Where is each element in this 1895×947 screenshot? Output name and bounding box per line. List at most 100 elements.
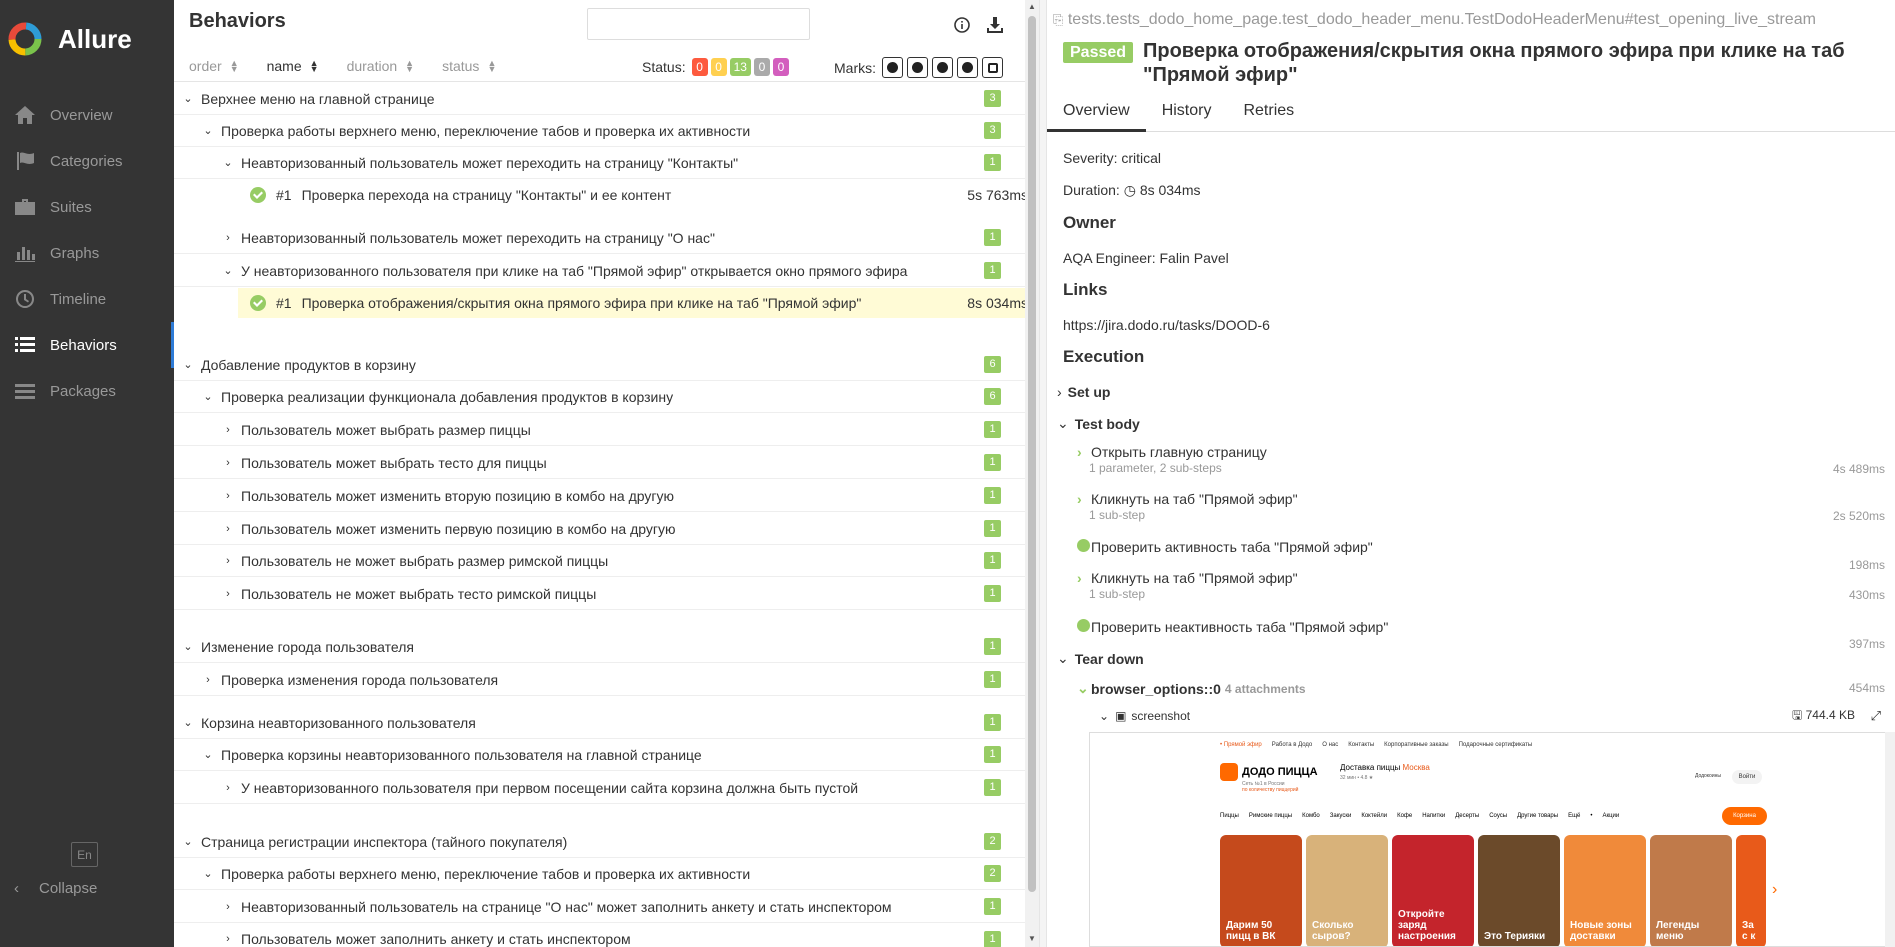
step-row[interactable]: Проверить активность таба "Прямой эфир" …: [1077, 539, 1885, 572]
sidebar-item-graphs[interactable]: Graphs: [0, 230, 174, 276]
tree-group[interactable]: › Неавторизованный пользователь на стран…: [174, 891, 1025, 923]
tab-retries[interactable]: Retries: [1227, 96, 1310, 132]
status-failed-badge[interactable]: 0: [691, 58, 708, 76]
tree-group[interactable]: ⌄ Проверка работы верхнего меню, переклю…: [174, 115, 1025, 147]
sidebar-item-behaviors[interactable]: Behaviors: [0, 322, 174, 368]
sorter-duration[interactable]: duration ▲ ▼: [347, 58, 415, 74]
new-broken-mark-icon[interactable]: [957, 57, 978, 78]
tree-group-label: Проверка работы верхнего меню, переключе…: [221, 865, 751, 882]
test-body-section[interactable]: ⌄ Test body: [1057, 415, 1140, 432]
tree-group[interactable]: › Проверка изменения города пользователя…: [174, 664, 1025, 696]
attachment-row[interactable]: ⌄ ▣ screenshot 🖫 744.4 KB ⤢: [1099, 708, 1885, 724]
sidebar-item-suites[interactable]: Suites: [0, 184, 174, 230]
tree-group[interactable]: › Пользователь может изменить первую поз…: [174, 513, 1025, 545]
image-icon: ▣: [1115, 709, 1127, 723]
chevron-right-icon: ›: [226, 781, 230, 794]
test-full-name[interactable]: ⎘ tests.tests_dodo_home_page.test_dodo_h…: [1053, 11, 1816, 29]
tree-group[interactable]: › Пользователь не может выбрать тесто ри…: [174, 578, 1025, 610]
status-filter: Status: 0 0 13 0 0: [642, 58, 789, 76]
tree-group[interactable]: ⌄ Неавторизованный пользователь может пе…: [174, 147, 1025, 179]
sorter-status[interactable]: status ▲ ▼: [442, 58, 496, 74]
sorters: order ▲ ▼ name ▲ ▼ duration ▲ ▼ status ▲ ▼: [189, 58, 524, 74]
tree-group[interactable]: ⌄ Проверка работы верхнего меню, переклю…: [174, 858, 1025, 890]
new-passed-mark-icon[interactable]: [932, 57, 953, 78]
setup-label: Set up: [1067, 384, 1111, 400]
step-row[interactable]: › Кликнуть на таб "Прямой эфир" 1 sub-ste…: [1077, 491, 1885, 523]
tree-group[interactable]: › Пользователь может выбрать размер пицц…: [174, 414, 1025, 446]
count-badge: 1: [984, 671, 1001, 688]
tab-overview[interactable]: Overview: [1047, 96, 1146, 132]
tree-group[interactable]: ⌄ Верхнее меню на главной странице 3: [174, 83, 1025, 115]
scroll-down-icon[interactable]: ▼: [1028, 934, 1036, 943]
tree-group[interactable]: › Пользователь не может выбрать размер р…: [174, 545, 1025, 577]
tree-group[interactable]: › У неавторизованного пользователя при п…: [174, 772, 1025, 804]
download-icon[interactable]: [984, 14, 1006, 36]
count-badge: 1: [984, 487, 1001, 504]
step-row[interactable]: › Открыть главную страницу 1 parameter, 2…: [1077, 444, 1885, 476]
sidebar-item-label: Overview: [50, 106, 113, 124]
expand-icon[interactable]: ⤢: [1871, 708, 1881, 724]
ss-login: Войти: [1732, 770, 1762, 784]
language-button[interactable]: En: [71, 842, 98, 867]
sorter-order[interactable]: order ▲ ▼: [189, 58, 239, 74]
collapse-button[interactable]: ‹ Collapse: [14, 880, 97, 897]
step-row[interactable]: › Кликнуть на таб "Прямой эфир" 1 sub-ste…: [1077, 570, 1885, 602]
pane-splitter[interactable]: [1039, 0, 1047, 947]
test-case-row-selected[interactable]: #1 Проверка отображения/скрытия окна пря…: [238, 288, 1025, 318]
status-broken-badge[interactable]: 0: [710, 58, 727, 76]
count-badge: 6: [984, 356, 1001, 373]
sort-arrows-icon: ▲ ▼: [309, 58, 319, 74]
fixture-row[interactable]: ⌄ browser_options::0 4 attachments 454ms: [1077, 680, 1885, 697]
tab-history[interactable]: History: [1146, 96, 1228, 132]
tree-group[interactable]: ⌄ Добавление продуктов в корзину 6: [174, 349, 1025, 381]
sidebar-item-timeline[interactable]: Timeline: [0, 276, 174, 322]
sidebar-item-categories[interactable]: Categories: [0, 138, 174, 184]
sorter-name[interactable]: name ▲ ▼: [267, 58, 319, 74]
test-case-label: Проверка отображения/скрытия окна прямог…: [301, 295, 862, 311]
testcase-scrollbar[interactable]: [1885, 732, 1895, 947]
brand[interactable]: Allure: [0, 0, 174, 78]
tree-group[interactable]: ⌄ Изменение города пользователя 1: [174, 631, 1025, 663]
scrollbar-thumb[interactable]: [1028, 16, 1036, 892]
tree-group[interactable]: ⌄ Проверка корзины неавторизованного пол…: [174, 739, 1025, 771]
flaky-mark-icon[interactable]: [882, 57, 903, 78]
status-unknown-badge[interactable]: 0: [772, 58, 789, 76]
chevron-down-icon: ⌄: [203, 868, 213, 880]
tree-group[interactable]: › Неавторизованный пользователь может пе…: [174, 222, 1025, 254]
step-row[interactable]: Проверить неактивность таба "Прямой эфир…: [1077, 619, 1885, 651]
ss-topbar-item: Корпоративные заказы: [1384, 742, 1449, 748]
teardown-section[interactable]: ⌄ Tear down: [1057, 650, 1144, 667]
status-passed-badge[interactable]: 13: [729, 58, 751, 76]
ss-promo-card: Дарим 50 пицц в ВК: [1220, 835, 1302, 946]
ss-menu-item: Кофе: [1397, 813, 1413, 819]
count-badge: 6: [984, 388, 1001, 405]
tree-group[interactable]: ⌄ Корзина неавторизованного пользователя…: [174, 707, 1025, 739]
setup-section[interactable]: › Set up: [1057, 384, 1110, 400]
tree-scrollbar[interactable]: ▲ ▼: [1025, 0, 1039, 947]
status-skipped-badge[interactable]: 0: [753, 58, 770, 76]
sidebar-item-overview[interactable]: Overview: [0, 92, 174, 138]
severity: Severity: critical: [1063, 150, 1162, 166]
jira-link[interactable]: https://jira.dodo.ru/tasks/DOOD-6: [1063, 317, 1270, 333]
chevron-down-icon: ⌄: [183, 93, 193, 105]
teardown-label: Tear down: [1074, 650, 1144, 667]
chevron-right-icon: ›: [226, 423, 230, 436]
attachment-screenshot[interactable]: • Прямой эфир Работа в Додо О нас Контак…: [1089, 732, 1889, 947]
tree-group[interactable]: ⌄ У неавторизованного пользователя при к…: [174, 255, 1025, 287]
search-input[interactable]: [587, 8, 810, 40]
new-failed-mark-icon[interactable]: [907, 57, 928, 78]
tree-group[interactable]: › Пользователь может заполнить анкету и …: [174, 923, 1025, 947]
test-full-name-text: tests.tests_dodo_home_page.test_dodo_hea…: [1067, 11, 1816, 28]
test-case-row[interactable]: #1 Проверка перехода на страницу "Контак…: [238, 180, 1025, 210]
tree-group[interactable]: › Пользователь может изменить вторую поз…: [174, 480, 1025, 512]
count-badge: 1: [984, 714, 1001, 731]
tree-group[interactable]: ⌄ Проверка реализации функционала добавл…: [174, 381, 1025, 413]
tree-group[interactable]: ⌄ Страница регистрации инспектора (тайно…: [174, 826, 1025, 858]
chevron-right-icon: ›: [206, 673, 210, 686]
info-icon[interactable]: [951, 14, 973, 36]
sidebar-item-packages[interactable]: Packages: [0, 368, 174, 414]
count-badge: 1: [984, 746, 1001, 763]
tree-group[interactable]: › Пользователь может выбрать тесто для п…: [174, 447, 1025, 479]
retries-mark-icon[interactable]: [982, 57, 1003, 78]
scroll-up-icon[interactable]: ▲: [1028, 2, 1036, 11]
